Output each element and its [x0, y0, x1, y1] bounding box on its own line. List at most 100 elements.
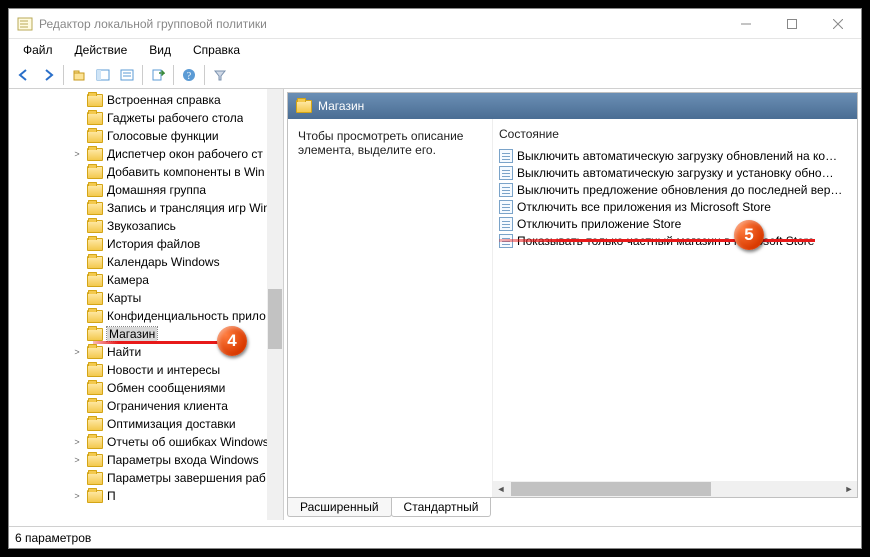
policy-list-column: Состояние Выключить автоматическую загру… — [493, 119, 857, 497]
menu-file[interactable]: Файл — [13, 41, 63, 59]
folder-icon — [87, 346, 103, 359]
help-button[interactable]: ? — [178, 64, 200, 86]
policy-item[interactable]: Отключить приложение Store — [499, 215, 851, 232]
tree-node[interactable]: Домашняя группа — [9, 181, 283, 199]
back-button[interactable] — [13, 64, 35, 86]
tree-node[interactable]: Календарь Windows — [9, 253, 283, 271]
expand-icon[interactable]: > — [71, 455, 83, 465]
export-button[interactable] — [147, 64, 169, 86]
callout-marker-4: 4 — [217, 326, 247, 356]
folder-icon — [87, 436, 103, 449]
tree-node-label: Обмен сообщениями — [107, 381, 225, 395]
tree-node[interactable]: Камера — [9, 271, 283, 289]
tree-node[interactable]: Ограничения клиента — [9, 397, 283, 415]
folder-icon — [87, 328, 103, 341]
close-button[interactable] — [815, 9, 861, 38]
tree-node-label: Магазин — [107, 327, 157, 341]
folder-icon — [87, 382, 103, 395]
up-button[interactable] — [68, 64, 90, 86]
policy-icon — [499, 200, 513, 214]
policy-icon — [499, 149, 513, 163]
tree-node[interactable]: История файлов — [9, 235, 283, 253]
tab-standard[interactable]: Стандартный — [391, 498, 492, 517]
tree-node[interactable]: >Отчеты об ошибках Windows — [9, 433, 283, 451]
folder-icon — [87, 418, 103, 431]
detail-header: Магазин — [288, 93, 857, 119]
folder-icon — [87, 472, 103, 485]
detail-panel: Магазин Чтобы просмотреть описание элеме… — [284, 89, 861, 520]
tree-node-label: Голосовые функции — [107, 129, 219, 143]
status-bar: 6 параметров — [9, 526, 861, 548]
callout-line-4 — [93, 341, 219, 344]
tree-node[interactable]: Запись и трансляция игр Win — [9, 199, 283, 217]
tree-node-label: Новости и интересы — [107, 363, 220, 377]
tab-extended[interactable]: Расширенный — [287, 498, 392, 517]
tree-node-label: П — [107, 489, 116, 503]
tree-node[interactable]: Оптимизация доставки — [9, 415, 283, 433]
expand-icon[interactable]: > — [71, 149, 83, 159]
folder-icon — [87, 364, 103, 377]
window-title: Редактор локальной групповой политики — [39, 17, 723, 31]
tree-node[interactable]: Голосовые функции — [9, 127, 283, 145]
tree-scrollbar-thumb[interactable] — [268, 289, 282, 349]
policy-item[interactable]: Выключить автоматическую загрузку обновл… — [499, 147, 851, 164]
window-frame: Редактор локальной групповой политики Фа… — [8, 8, 862, 549]
folder-icon — [87, 490, 103, 503]
tree-node[interactable]: >Диспетчер окон рабочего ст — [9, 145, 283, 163]
tree-node[interactable]: Добавить компоненты в Win — [9, 163, 283, 181]
policy-item[interactable]: Отключить все приложения из Microsoft St… — [499, 198, 851, 215]
tree-panel: Встроенная справка Гаджеты рабочего стола… — [9, 89, 284, 520]
maximize-button[interactable] — [769, 9, 815, 38]
minimize-button[interactable] — [723, 9, 769, 38]
detail-title: Магазин — [318, 99, 364, 113]
tree-node-label: Параметры завершения раб — [107, 471, 266, 485]
properties-button[interactable] — [116, 64, 138, 86]
tree-node[interactable]: Гаджеты рабочего стола — [9, 109, 283, 127]
tree-node[interactable]: Карты — [9, 289, 283, 307]
tree-node[interactable]: >П — [9, 487, 283, 505]
scroll-left-icon[interactable]: ◄ — [493, 481, 509, 497]
detail-scrollbar-thumb[interactable] — [511, 482, 711, 496]
folder-icon — [87, 202, 103, 215]
tree-node-label: Запись и трансляция игр Win — [107, 201, 270, 215]
folder-icon — [87, 112, 103, 125]
folder-icon — [296, 100, 312, 113]
policy-icon — [499, 217, 513, 231]
tree-node[interactable]: Параметры завершения раб — [9, 469, 283, 487]
expand-icon[interactable]: > — [71, 347, 83, 357]
expand-icon[interactable]: > — [71, 437, 83, 447]
menu-action[interactable]: Действие — [65, 41, 138, 59]
scroll-right-icon[interactable]: ► — [841, 481, 857, 497]
menu-view[interactable]: Вид — [139, 41, 181, 59]
tree-node[interactable]: Конфиденциальность прило — [9, 307, 283, 325]
titlebar: Редактор локальной групповой политики — [9, 9, 861, 39]
folder-icon — [87, 94, 103, 107]
menu-help[interactable]: Справка — [183, 41, 250, 59]
policy-icon — [499, 166, 513, 180]
tree-node[interactable]: Встроенная справка — [9, 91, 283, 109]
tree-node-label: История файлов — [107, 237, 200, 251]
show-hide-tree-button[interactable] — [92, 64, 114, 86]
tree-node[interactable]: >Параметры входа Windows — [9, 451, 283, 469]
tree-node-label: Звукозапись — [107, 219, 176, 233]
detail-tabs: Расширенный Стандартный — [287, 498, 858, 520]
tree-node-label: Гаджеты рабочего стола — [107, 111, 243, 125]
filter-button[interactable] — [209, 64, 231, 86]
folder-icon — [87, 130, 103, 143]
forward-button[interactable] — [37, 64, 59, 86]
policy-label: Отключить все приложения из Microsoft St… — [517, 200, 771, 214]
tree-node[interactable]: Звукозапись — [9, 217, 283, 235]
description-column: Чтобы просмотреть описание элемента, выд… — [288, 119, 493, 497]
tree-node-label: Найти — [107, 345, 141, 359]
policy-item[interactable]: Выключить предложение обновления до посл… — [499, 181, 851, 198]
tree-node[interactable]: Новости и интересы — [9, 361, 283, 379]
tree-vertical-scrollbar[interactable] — [267, 89, 283, 520]
detail-horizontal-scrollbar[interactable]: ◄ ► — [493, 481, 857, 497]
status-text: 6 параметров — [15, 531, 91, 545]
expand-icon[interactable]: > — [71, 491, 83, 501]
tree-node[interactable]: Обмен сообщениями — [9, 379, 283, 397]
tree-node-label: Встроенная справка — [107, 93, 221, 107]
policy-item[interactable]: Выключить автоматическую загрузку и уста… — [499, 164, 851, 181]
folder-icon — [87, 220, 103, 233]
toolbar: ? — [9, 61, 861, 89]
